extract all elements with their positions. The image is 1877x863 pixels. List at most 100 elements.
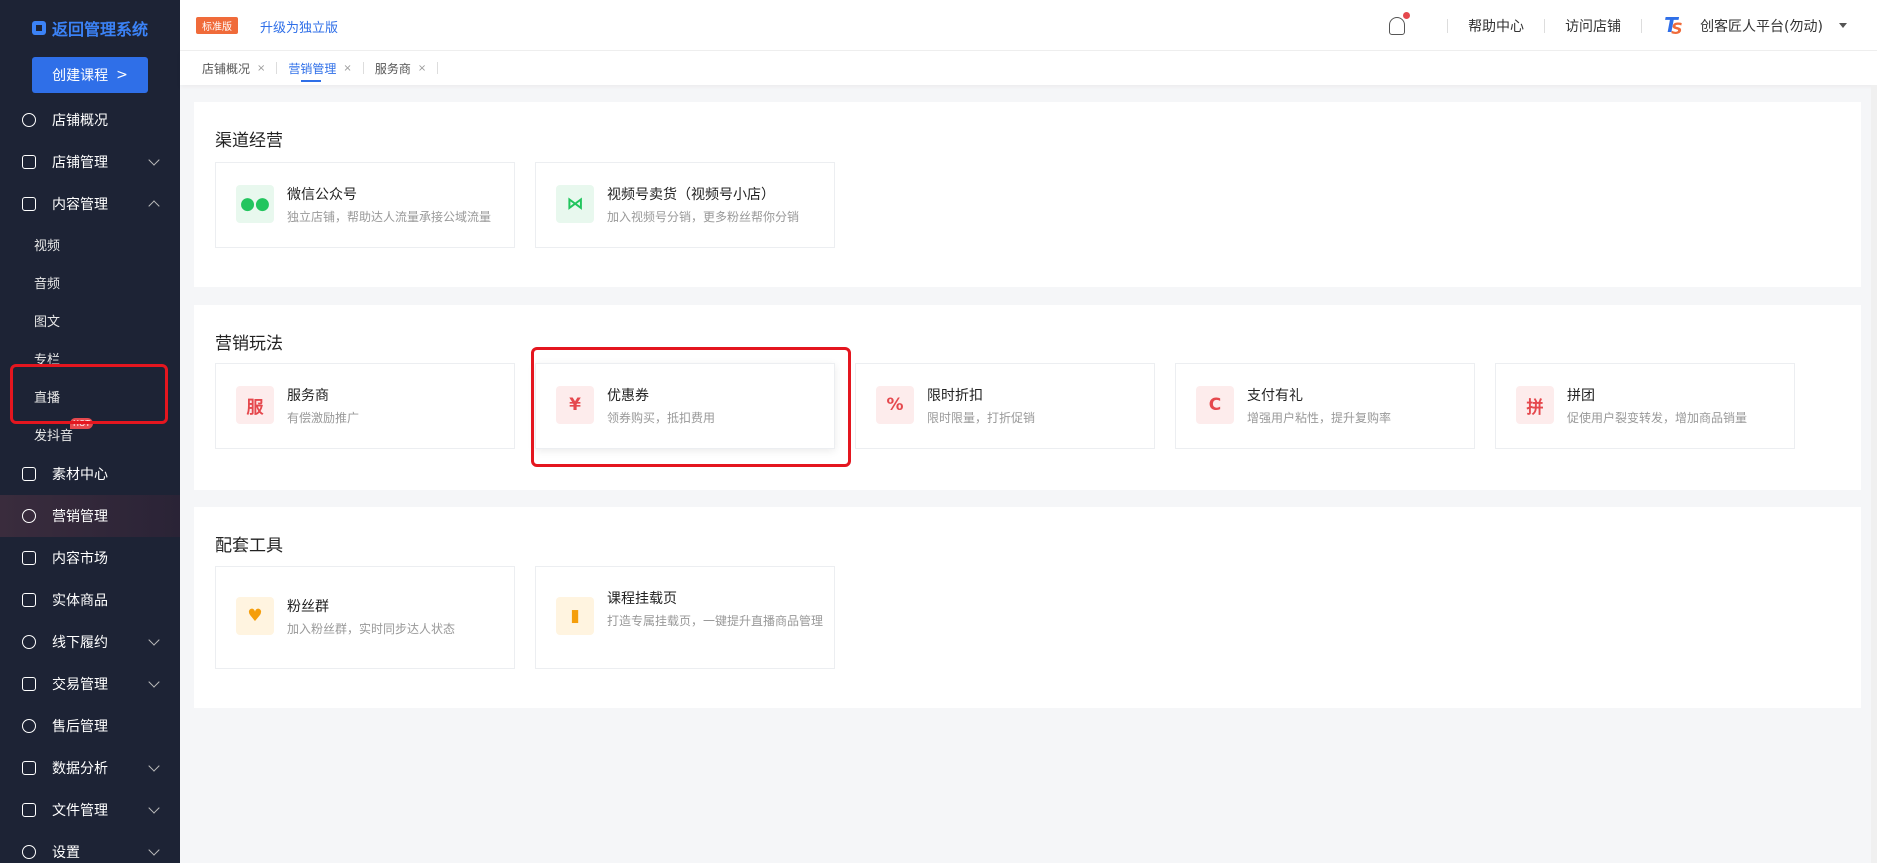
header-actions: 帮助中心 访问店铺 创客匠人平台(勿动) — [1389, 0, 1877, 51]
sidebar-item-transactions[interactable]: 交易管理 — [0, 663, 180, 705]
section-title: 配套工具 — [215, 536, 283, 556]
sidebar: 返回管理系统 创建课程 > 店铺概况 店铺管理 内容管理 视频 音频 图文 专栏… — [0, 0, 180, 863]
card-group-buy[interactable]: 拼 拼团 促使用户裂变转发，增加商品销量 — [1495, 363, 1795, 449]
create-course-button[interactable]: 创建课程 > — [32, 57, 148, 93]
divider — [437, 62, 439, 74]
highlight-box-coupon — [531, 347, 851, 467]
sidebar-item-label: 实体商品 — [52, 593, 108, 609]
card-desc: 加入视频号分销，更多粉丝帮你分销 — [607, 210, 800, 224]
chevron-up-icon — [148, 200, 160, 212]
close-icon[interactable]: × — [257, 63, 265, 74]
close-icon[interactable]: × — [343, 63, 351, 74]
section-marketing: 营销玩法 服 服务商 有偿激励推广 ¥ 优惠券 领券购买，抵扣费用 % 限时折扣… — [194, 305, 1861, 490]
chevron-down-icon — [148, 760, 160, 772]
gear-icon — [22, 845, 36, 859]
submenu-label: 音频 — [34, 276, 61, 292]
submenu-item-video[interactable]: 视频 — [34, 225, 124, 263]
page-tabs: 店铺概况 × 营销管理 × 服务商 × — [180, 51, 1877, 85]
layers-icon — [22, 551, 36, 565]
tab-service-provider[interactable]: 服务商 × — [375, 51, 449, 85]
close-icon[interactable]: × — [418, 63, 426, 74]
sidebar-item-data-analysis[interactable]: 数据分析 — [0, 747, 180, 789]
sidebar-item-label: 店铺概况 — [52, 113, 108, 129]
divider — [1641, 18, 1643, 33]
back-to-admin-link[interactable]: 返回管理系统 — [0, 0, 180, 56]
book-icon: ▮ — [556, 597, 594, 635]
sidebar-item-material-center[interactable]: 素材中心 — [0, 453, 180, 495]
user-icon — [22, 635, 36, 649]
sidebar-item-label: 店铺管理 — [52, 155, 108, 171]
sidebar-item-label: 售后管理 — [52, 719, 108, 735]
material-icon — [22, 467, 36, 481]
sidebar-item-store-overview[interactable]: 店铺概况 — [0, 99, 180, 141]
sidebar-item-settings[interactable]: 设置 — [0, 831, 180, 863]
upgrade-link[interactable]: 升级为独立版 — [260, 17, 338, 36]
chevron-down-icon — [148, 802, 160, 814]
section-title: 营销玩法 — [215, 334, 283, 354]
clock-icon — [22, 113, 36, 127]
sidebar-item-label: 交易管理 — [52, 677, 108, 693]
bell-icon[interactable] — [1389, 11, 1411, 35]
sidebar-item-label: 营销管理 — [52, 509, 108, 525]
card-desc: 促使用户裂变转发，增加商品销量 — [1567, 411, 1748, 425]
service-provider-icon: 服 — [236, 386, 274, 424]
card-limited-discount[interactable]: % 限时折扣 限时限量，打折促销 — [855, 363, 1155, 449]
divider — [1447, 18, 1449, 33]
tab-label: 店铺概况 — [202, 61, 251, 76]
sidebar-item-offline-fulfillment[interactable]: 线下履约 — [0, 621, 180, 663]
sidebar-item-after-sales[interactable]: 售后管理 — [0, 705, 180, 747]
submenu-label: 图文 — [34, 314, 61, 330]
card-payment-gift[interactable]: C 支付有礼 增强用户粘性，提升复购率 — [1175, 363, 1475, 449]
create-course-label: 创建课程 — [52, 68, 109, 84]
card-title: 粉丝群 — [287, 599, 329, 615]
card-desc: 限时限量，打折促销 — [927, 411, 1036, 425]
sidebar-item-marketing[interactable]: 营销管理 — [0, 495, 180, 537]
chevron-down-icon — [148, 676, 160, 688]
edition-badge: 标准版 — [196, 17, 238, 34]
card-wechat-official[interactable]: ●● 微信公众号 独立店铺，帮助达人流量承接公域流量 — [215, 162, 515, 248]
sidebar-item-label: 内容管理 — [52, 197, 108, 213]
tab-label: 营销管理 — [288, 61, 337, 76]
highlight-box-sidebar — [10, 364, 168, 424]
wechat-icon: ●● — [236, 185, 274, 223]
card-course-mount-page[interactable]: ▮ 课程挂载页 打造专属挂载页，一键提升直播商品管理 — [535, 566, 835, 669]
card-title: 课程挂载页 — [607, 591, 677, 607]
scrollbar[interactable] — [1871, 85, 1877, 863]
card-desc: 有偿激励推广 — [287, 411, 360, 425]
caret-down-icon[interactable] — [1839, 23, 1847, 28]
card-service-provider[interactable]: 服 服务商 有偿激励推广 — [215, 363, 515, 449]
card-fan-group[interactable]: ♥ 粉丝群 加入粉丝群，实时同步达人状态 — [215, 566, 515, 669]
sidebar-item-content-market[interactable]: 内容市场 — [0, 537, 180, 579]
share-icon: ⋈ — [556, 185, 594, 223]
tools-icon — [22, 719, 36, 733]
sidebar-item-label: 线下履约 — [52, 635, 108, 651]
card-desc: 增强用户粘性，提升复购率 — [1247, 411, 1392, 425]
submenu-item-audio[interactable]: 音频 — [34, 263, 124, 301]
card-title: 拼团 — [1567, 388, 1595, 404]
sidebar-item-store-management[interactable]: 店铺管理 — [0, 141, 180, 183]
brand-label: 返回管理系统 — [52, 20, 149, 39]
section-title: 渠道经营 — [215, 131, 283, 151]
chevron-down-icon — [148, 634, 160, 646]
tab-store-overview[interactable]: 店铺概况 × — [202, 51, 288, 85]
help-center-link[interactable]: 帮助中心 — [1468, 16, 1524, 36]
platform-logo-icon — [1662, 13, 1684, 38]
document-icon — [22, 197, 36, 211]
sidebar-item-physical-goods[interactable]: 实体商品 — [0, 579, 180, 621]
account-name[interactable]: 创客匠人平台(勿动) — [1700, 16, 1823, 36]
submenu-item-article[interactable]: 图文 — [34, 301, 124, 339]
section-channel: 渠道经营 ●● 微信公众号 独立店铺，帮助达人流量承接公域流量 ⋈ 视频号卖货（… — [194, 102, 1861, 287]
tab-label: 服务商 — [374, 61, 411, 76]
visit-store-link[interactable]: 访问店铺 — [1565, 16, 1621, 36]
tab-marketing[interactable]: 营销管理 × — [288, 51, 374, 85]
sidebar-item-file-management[interactable]: 文件管理 — [0, 789, 180, 831]
card-video-channel[interactable]: ⋈ 视频号卖货（视频号小店） 加入视频号分销，更多粉丝帮你分销 — [535, 162, 835, 248]
box-icon — [22, 593, 36, 607]
transaction-icon — [22, 677, 36, 691]
chevron-down-icon — [148, 154, 160, 166]
card-desc: 加入粉丝群，实时同步达人状态 — [287, 622, 456, 636]
chart-icon — [22, 761, 36, 775]
submenu-label: 发抖音 — [34, 428, 74, 444]
card-desc: 独立店铺，帮助达人流量承接公域流量 — [287, 210, 492, 224]
sidebar-item-content-management[interactable]: 内容管理 — [0, 183, 180, 225]
